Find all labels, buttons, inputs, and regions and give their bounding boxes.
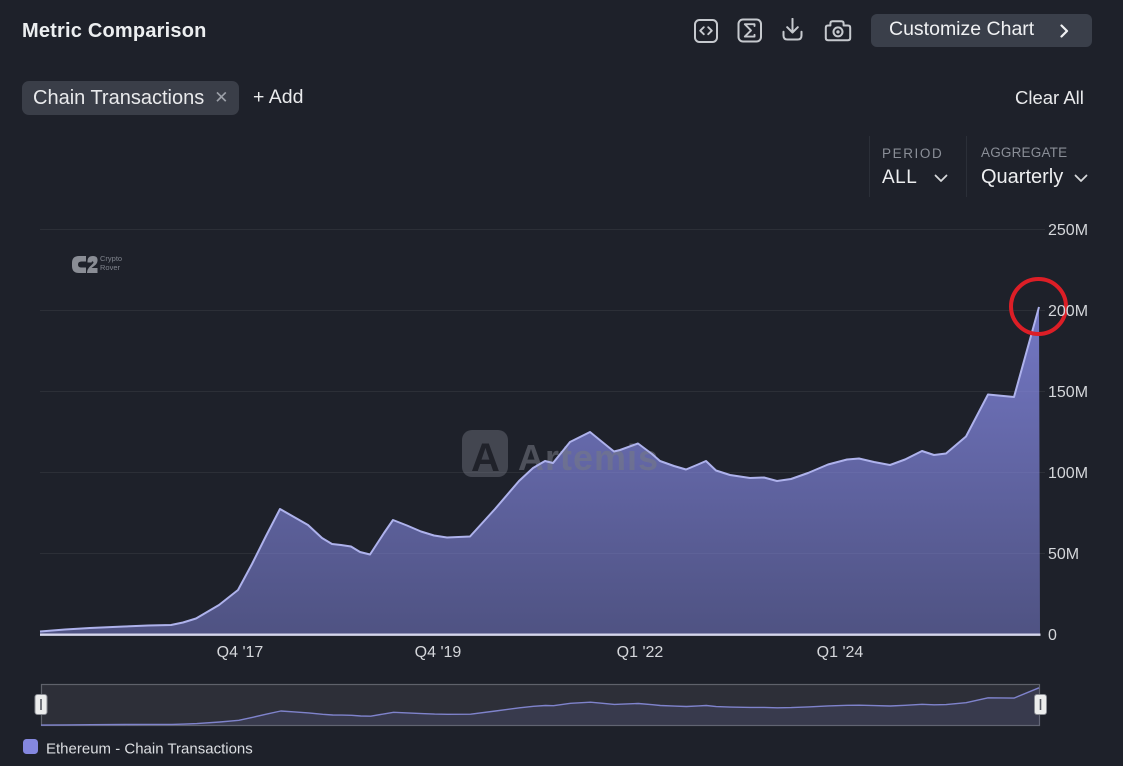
svg-text:Rover: Rover [100,263,121,272]
svg-text:Ethereum - Chain Transactions: Ethereum - Chain Transactions [46,741,253,758]
svg-text:100M: 100M [1048,465,1088,482]
svg-text:A: A [471,436,500,480]
svg-text:Crypto: Crypto [100,254,122,263]
svg-text:Q1 '24: Q1 '24 [817,644,864,661]
svg-text:200M: 200M [1048,303,1088,320]
svg-text:250M: 250M [1048,222,1088,239]
svg-text:Q4 '19: Q4 '19 [415,644,462,661]
svg-text:Q4 '17: Q4 '17 [217,644,264,661]
svg-text:150M: 150M [1048,384,1088,401]
svg-text:0: 0 [1048,627,1057,644]
svg-text:Q1 '22: Q1 '22 [617,644,664,661]
svg-text:50M: 50M [1048,546,1079,563]
